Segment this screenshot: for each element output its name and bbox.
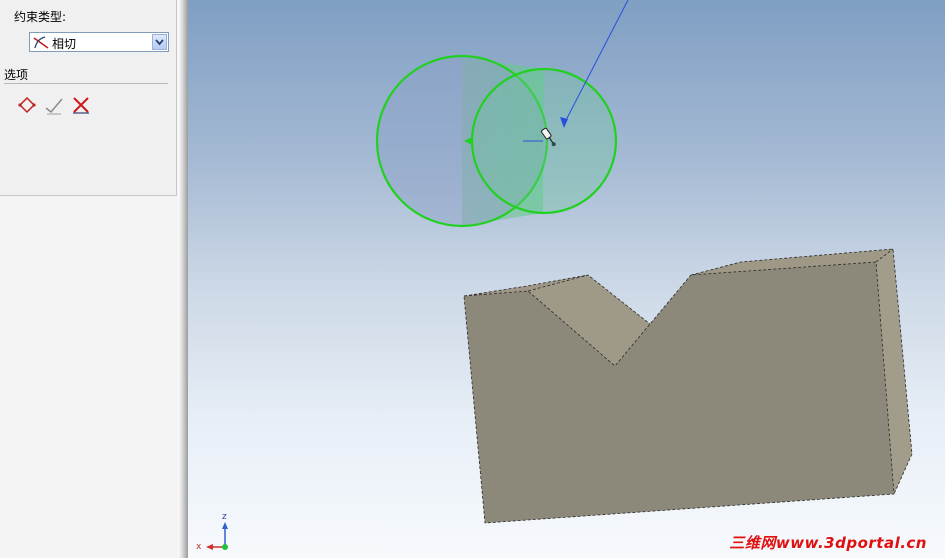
v-block-front-face — [464, 262, 894, 523]
triad-x-label: x — [196, 542, 202, 552]
constraint-type-dropdown[interactable]: 相切 — [29, 32, 169, 52]
cylinder-front-face — [470, 67, 618, 215]
3d-viewport[interactable]: x z 三维网www.3dportal.cn — [188, 0, 945, 558]
axis-triad — [206, 522, 228, 550]
tangent-constraint-icon — [33, 36, 49, 49]
panel-splitter[interactable] — [178, 0, 188, 558]
options-section-label: 选项 — [4, 68, 29, 82]
flip-direction-icon[interactable] — [16, 94, 38, 116]
v-block-part[interactable] — [463, 248, 913, 524]
scene-canvas[interactable] — [188, 0, 945, 558]
constraint-options-area: 约束类型: 相切 选项 — [0, 0, 177, 196]
toggle-constraint-icon[interactable] — [43, 94, 65, 116]
chevron-down-icon — [155, 39, 164, 46]
constraint-panel: 约束类型: 相切 选项 — [0, 0, 188, 558]
constraint-type-label: 约束类型: — [14, 10, 67, 24]
cylinder-part[interactable] — [375, 54, 618, 228]
dropdown-button[interactable] — [152, 34, 167, 50]
delete-constraint-icon[interactable] — [70, 94, 92, 116]
triad-z-label: z — [222, 512, 227, 522]
watermark: 三维网www.3dportal.cn — [729, 534, 927, 552]
options-divider — [4, 83, 168, 84]
constraint-type-value: 相切 — [52, 37, 77, 51]
